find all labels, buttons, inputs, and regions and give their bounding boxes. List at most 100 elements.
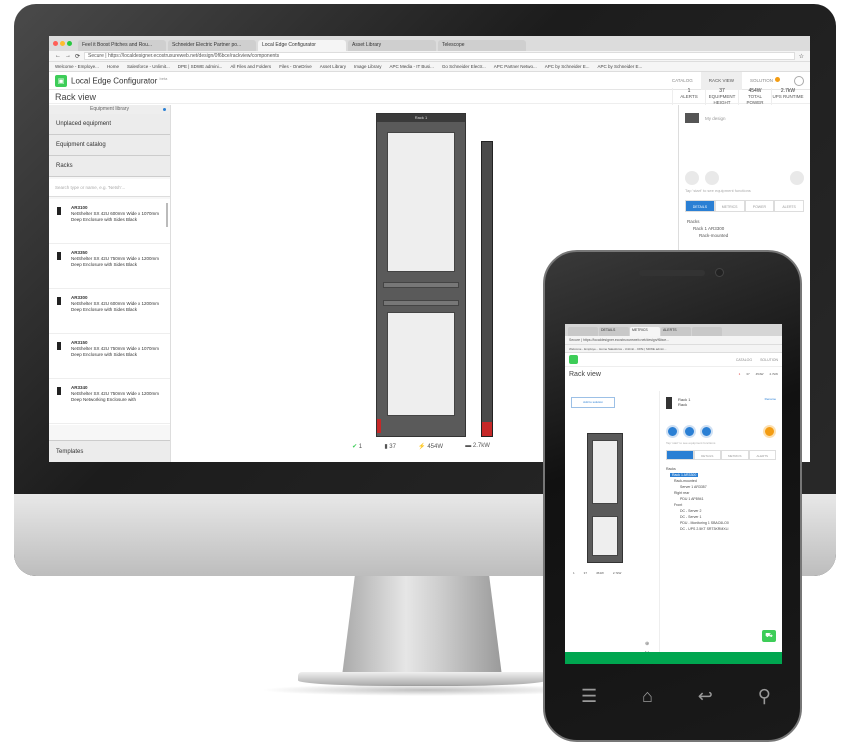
tab-metrics[interactable]: METRICS (714, 200, 745, 212)
tab-overview[interactable] (666, 450, 694, 460)
tab-alerts[interactable]: ALERTS (774, 200, 804, 212)
alert-button[interactable] (763, 425, 776, 438)
browser-tab-active[interactable]: Local Edge Configurator (258, 40, 346, 51)
nav-solution[interactable]: SOLUTION (760, 358, 778, 362)
tab-alerts[interactable]: ALERTS (748, 450, 776, 460)
bookmark[interactable]: APC Media - IT Busi... (389, 64, 433, 69)
bookmark[interactable]: Welcome - Employe... (55, 64, 99, 69)
item-desc: NetShelter SX 42U 750mm Wide x 1200mm De… (71, 391, 160, 402)
search-input[interactable]: Search type or name, e.g. 'Netsh'... (49, 179, 170, 197)
user-avatar-icon[interactable] (794, 75, 804, 86)
bookmark[interactable]: Asset Library (320, 64, 346, 69)
list-item[interactable]: AR3150 NetShelter SX 42U 750mm Wide x 107… (49, 334, 170, 379)
scrollbar[interactable] (166, 203, 168, 227)
zoom-in-icon[interactable]: ⊕ (645, 641, 649, 647)
bookmark[interactable]: APC by Schneider E... (598, 64, 643, 69)
action-button[interactable] (790, 171, 804, 185)
tab-power[interactable]: POWER (744, 200, 775, 212)
app-logo-icon[interactable] (569, 355, 578, 364)
maximize-window-icon[interactable] (67, 41, 72, 46)
browser-tab-active[interactable]: METRICS (630, 327, 660, 336)
bookmarks-bar: Welcome - Employe... Home Salesforce - U… (49, 62, 810, 72)
stat-power[interactable]: 454W TOTAL POWER (738, 87, 771, 106)
bookmark[interactable]: APC by Schneider E... (545, 64, 590, 69)
action-button[interactable] (705, 171, 719, 185)
pdu-strip[interactable] (481, 141, 493, 437)
rack-canvas: Add to solution 1 37 454W 2.7kW ⊕ ⛶ ⊖ (565, 391, 660, 664)
stat-runtime[interactable]: 2.7kW (769, 372, 778, 376)
rack-enclosure[interactable]: Rack 1 (376, 113, 466, 437)
rename-link[interactable]: Rename (765, 397, 776, 409)
bookmark[interactable]: DPE | SDWE admini... (178, 64, 223, 69)
bookmark[interactable]: Home (107, 64, 119, 69)
rack-mounted-device[interactable] (383, 282, 459, 288)
info-icon[interactable] (163, 108, 166, 111)
reload-icon[interactable]: ⟳ (75, 53, 80, 60)
stat-value: 2.7kW (612, 571, 622, 575)
sidebar-item-catalog[interactable]: Equipment catalog (49, 135, 170, 156)
tree-node[interactable]: DC - UPS 2.5KT SRT3KRMXLI (666, 526, 776, 532)
tree-node[interactable]: Rack 1 AR3300 (687, 225, 802, 232)
list-item[interactable]: AR3350 NetShelter SX 42U 750mm Wide x 120… (49, 244, 170, 289)
forward-icon[interactable]: → (65, 53, 71, 59)
browser-tab[interactable]: Schneider Electric Partner po... (168, 40, 256, 51)
browser-tab[interactable]: Telescope (438, 40, 526, 51)
nav-catalog[interactable]: CATALOG (736, 358, 752, 362)
rack-mounted-device[interactable] (383, 300, 459, 306)
action-button[interactable] (685, 171, 699, 185)
url-input[interactable]: Secure | https://localdesigner.ecostruxu… (565, 336, 782, 345)
tab-details[interactable]: DETAILS (685, 200, 715, 212)
stat-alerts[interactable]: 1 ALERTS (672, 87, 705, 106)
tree-node[interactable]: Rack-mounted (687, 232, 802, 239)
star-icon[interactable]: ☆ (799, 53, 804, 60)
cart-icon[interactable]: ⛟ (762, 630, 776, 642)
action-button[interactable] (666, 425, 679, 438)
rack-card[interactable]: Rack 1 Rack Rename (660, 391, 782, 415)
sidebar-item-templates[interactable]: Templates (49, 440, 170, 462)
stat-alerts[interactable]: 1 (739, 372, 741, 376)
browser-tab[interactable] (692, 327, 722, 336)
url-input[interactable]: Secure | https://localdesigner.ecostruxu… (84, 52, 795, 60)
menu-icon[interactable]: ☰ (581, 686, 597, 707)
page-title: Rack view (569, 370, 601, 378)
browser-tab[interactable] (568, 327, 598, 336)
bookmark[interactable]: Go Schneider Electr... (442, 64, 486, 69)
action-button[interactable] (683, 425, 696, 438)
tab-details[interactable]: DETAILS (693, 450, 721, 460)
stat-height[interactable]: 37 (746, 372, 749, 376)
tab-metrics[interactable]: METRICS (721, 450, 749, 460)
stat-value: 37 (583, 571, 588, 575)
tree-node[interactable]: Racks (687, 218, 802, 225)
browser-tab[interactable]: Asset Library (348, 40, 436, 51)
stat-height[interactable]: 37 EQUIPMENT HEIGHT (705, 87, 738, 106)
browser-tab[interactable]: ALERTS (661, 327, 691, 336)
list-item[interactable]: AR3100 NetShelter SX 42U 600mm Wide x 107… (49, 199, 170, 244)
rack-enclosure[interactable] (587, 433, 623, 563)
search-icon[interactable]: ⚲ (758, 686, 771, 707)
bookmark[interactable]: Files - OneDrive (279, 64, 312, 69)
bookmarks-bar[interactable]: Welcome - Employe... Home Salesforce - U… (565, 345, 782, 353)
list-item[interactable]: AR3300 NetShelter SX 42U 600mm Wide x 120… (49, 289, 170, 334)
bookmark[interactable]: Image Library (354, 64, 382, 69)
design-card[interactable]: My design (679, 105, 810, 131)
bookmark[interactable]: APC Partner Netwo... (494, 64, 537, 69)
bookmark[interactable]: Salesforce - Unlimit... (127, 64, 170, 69)
browser-tab[interactable]: Feel it Boost Pitches and Rou... (78, 40, 166, 51)
stat-power[interactable]: 454W (756, 372, 764, 376)
item-desc: NetShelter SX 42U 750mm Wide x 1200mm De… (71, 256, 160, 267)
minimize-window-icon[interactable] (60, 41, 65, 46)
back-icon[interactable]: ← (55, 53, 61, 59)
browser-tab[interactable]: DETAILS (599, 327, 629, 336)
sidebar-item-racks[interactable]: Racks (49, 156, 170, 177)
stat-runtime[interactable]: 2.7kW UPS RUNTIME (771, 87, 804, 106)
bookmark[interactable]: All Files and Folders (230, 64, 271, 69)
app-logo-icon[interactable]: ▣ (55, 74, 67, 87)
close-window-icon[interactable] (53, 41, 58, 46)
tree-node-selected[interactable]: Rack 1 AR3300 (670, 473, 699, 477)
home-icon[interactable]: ⌂ (642, 686, 653, 707)
back-icon[interactable]: ↩ (698, 686, 713, 707)
action-button[interactable] (700, 425, 713, 438)
sidebar-item-unplaced[interactable]: Unplaced equipment (49, 114, 170, 135)
list-item[interactable]: AR3340 NetShelter SX 42U 750mm Wide x 120… (49, 379, 170, 424)
add-to-solution-button[interactable]: Add to solution (571, 397, 615, 408)
